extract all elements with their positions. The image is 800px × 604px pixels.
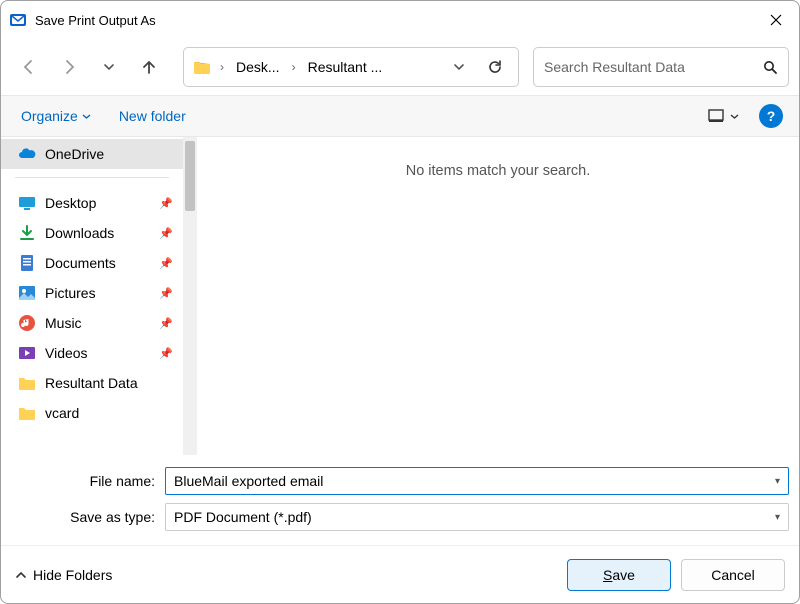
hide-folders-label: Hide Folders: [33, 567, 112, 583]
savetype-field[interactable]: PDF Document (*.pdf) ▾: [165, 503, 789, 531]
breadcrumb-dropdown-button[interactable]: [442, 50, 476, 84]
breadcrumb-seg-2[interactable]: Resultant ...: [302, 55, 389, 79]
sidebar-item-label: Documents: [45, 255, 151, 271]
sidebar-divider: [15, 177, 169, 178]
sidebar-scrollbar[interactable]: [183, 137, 197, 455]
cancel-label: Cancel: [711, 567, 755, 583]
new-folder-button[interactable]: New folder: [107, 102, 198, 130]
sidebar-item-label: Pictures: [45, 285, 151, 301]
pin-icon: 📌: [159, 227, 173, 240]
savetype-label: Save as type:: [11, 509, 165, 525]
toolbar: Organize New folder ?: [1, 95, 799, 137]
cancel-button[interactable]: Cancel: [681, 559, 785, 591]
sidebar-item-label: Downloads: [45, 225, 151, 241]
pictures-icon: [17, 283, 37, 303]
window-title: Save Print Output As: [35, 13, 753, 28]
sidebar-item-music[interactable]: Music 📌: [1, 308, 183, 338]
chevron-down-icon[interactable]: ▾: [775, 512, 780, 523]
body: OneDrive Desktop 📌 Downloads 📌 Documents…: [1, 137, 799, 455]
sidebar-item-label: vcard: [45, 405, 173, 421]
organize-button[interactable]: Organize: [9, 102, 103, 130]
chevron-up-icon: [15, 569, 27, 581]
breadcrumb[interactable]: › Desk... › Resultant ...: [183, 47, 519, 87]
nav-forward-button[interactable]: [51, 49, 87, 85]
search-box[interactable]: [533, 47, 789, 87]
sidebar-item-onedrive[interactable]: OneDrive: [1, 139, 183, 169]
sidebar-item-label: OneDrive: [45, 146, 173, 162]
hide-folders-button[interactable]: Hide Folders: [15, 567, 112, 583]
sidebar-item-label: Videos: [45, 345, 151, 361]
save-button[interactable]: Save: [567, 559, 671, 591]
chevron-down-icon: [82, 112, 91, 121]
breadcrumb-seg-1[interactable]: Desk...: [230, 55, 286, 79]
save-label: Save: [603, 567, 635, 583]
new-folder-label: New folder: [119, 108, 186, 124]
titlebar: Save Print Output As: [1, 1, 799, 39]
pin-icon: 📌: [159, 257, 173, 270]
document-icon: [17, 253, 37, 273]
folder-icon: [192, 57, 212, 77]
folder-icon: [17, 403, 37, 423]
download-icon: [17, 223, 37, 243]
sidebar-item-videos[interactable]: Videos 📌: [1, 338, 183, 368]
sidebar-item-pictures[interactable]: Pictures 📌: [1, 278, 183, 308]
sidebar-item-resultant-data[interactable]: Resultant Data: [1, 368, 183, 398]
pin-icon: 📌: [159, 317, 173, 330]
help-button[interactable]: ?: [759, 104, 783, 128]
content-pane: No items match your search.: [197, 137, 799, 455]
sidebar-item-label: Resultant Data: [45, 375, 173, 391]
nav-row: › Desk... › Resultant ...: [1, 39, 799, 95]
cloud-icon: [17, 144, 37, 164]
pin-icon: 📌: [159, 347, 173, 360]
chevron-down-icon: [730, 112, 739, 121]
search-icon[interactable]: [763, 60, 778, 75]
videos-icon: [17, 343, 37, 363]
scrollbar-thumb[interactable]: [185, 141, 195, 211]
organize-label: Organize: [21, 108, 78, 124]
search-input[interactable]: [544, 59, 763, 75]
close-button[interactable]: [753, 1, 799, 39]
pin-icon: 📌: [159, 197, 173, 210]
nav-recent-button[interactable]: [91, 49, 127, 85]
sidebar-item-vcard[interactable]: vcard: [1, 398, 183, 428]
save-form: File name: ▾ Save as type: PDF Document …: [1, 455, 799, 545]
sidebar-item-desktop[interactable]: Desktop 📌: [1, 188, 183, 218]
filename-label: File name:: [11, 473, 165, 489]
nav-up-button[interactable]: [131, 49, 167, 85]
folder-icon: [17, 373, 37, 393]
desktop-icon: [17, 193, 37, 213]
refresh-button[interactable]: [478, 50, 512, 84]
sidebar-item-label: Music: [45, 315, 151, 331]
sidebar-item-downloads[interactable]: Downloads 📌: [1, 218, 183, 248]
music-icon: [17, 313, 37, 333]
savetype-value: PDF Document (*.pdf): [174, 509, 775, 525]
nav-back-button[interactable]: [11, 49, 47, 85]
app-icon: [9, 11, 27, 29]
chevron-right-icon[interactable]: ›: [216, 60, 228, 74]
filename-field[interactable]: ▾: [165, 467, 789, 495]
sidebar: OneDrive Desktop 📌 Downloads 📌 Documents…: [1, 137, 183, 455]
sidebar-item-documents[interactable]: Documents 📌: [1, 248, 183, 278]
footer: Hide Folders Save Cancel: [1, 545, 799, 603]
chevron-down-icon[interactable]: ▾: [775, 476, 780, 487]
filename-input[interactable]: [174, 473, 775, 489]
chevron-right-icon[interactable]: ›: [288, 60, 300, 74]
view-button[interactable]: [699, 100, 747, 132]
sidebar-item-label: Desktop: [45, 195, 151, 211]
pin-icon: 📌: [159, 287, 173, 300]
empty-message: No items match your search.: [406, 163, 591, 455]
